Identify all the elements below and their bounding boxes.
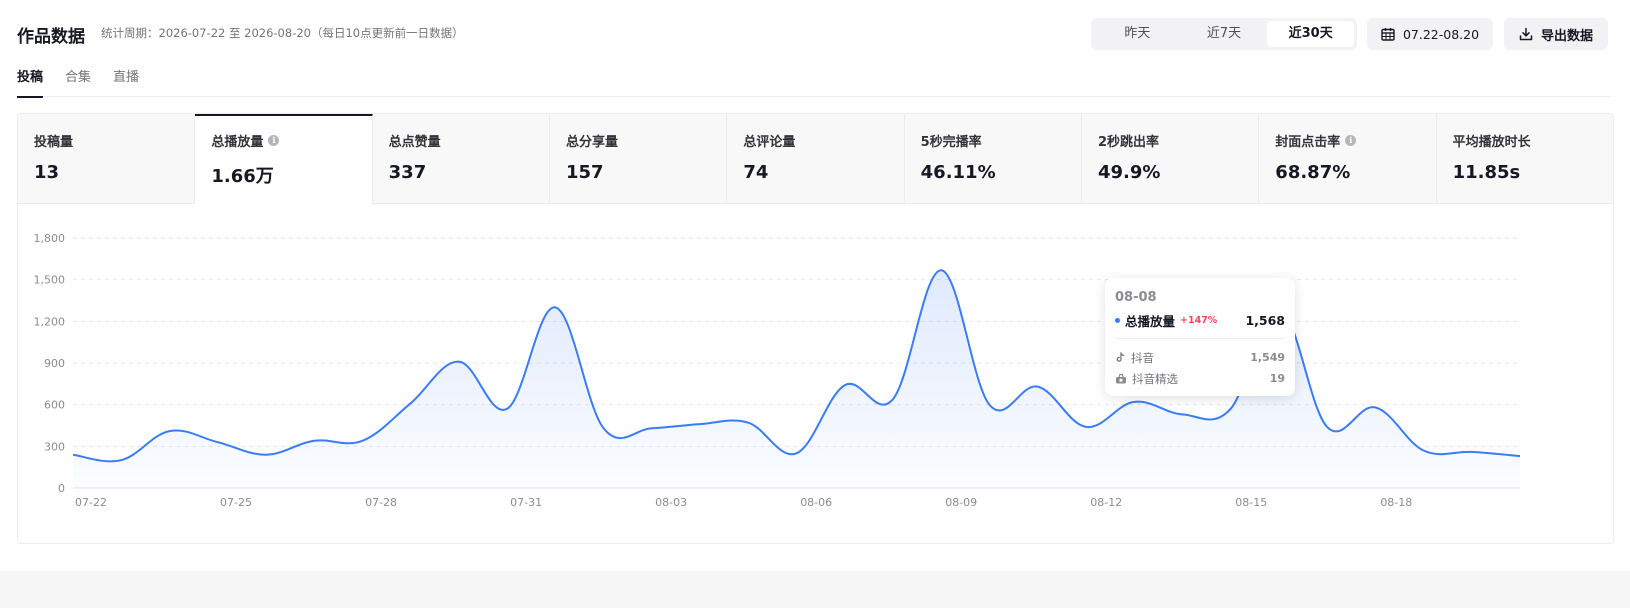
- tab-submissions[interactable]: 投稿: [17, 66, 44, 98]
- y-tick-label: 900: [44, 357, 65, 370]
- metric-card-cover-ctr[interactable]: 封面点击率 i 68.87%: [1259, 114, 1437, 203]
- douyin-featured-icon: [1116, 373, 1126, 384]
- metric-value: 74: [743, 162, 769, 183]
- date-range-label: 07.22-08.20: [1402, 26, 1480, 42]
- date-picker-button[interactable]: 07.22-08.20: [1367, 18, 1493, 50]
- y-tick-label: 0: [58, 482, 65, 495]
- breakdown-label: 抖音精选: [1132, 371, 1178, 386]
- metric-card-submissions[interactable]: 投稿量 13: [18, 114, 196, 203]
- metric-card-2s-bounce[interactable]: 2秒跳出率 49.9%: [1082, 114, 1260, 203]
- metric-label: 总评论量: [743, 135, 796, 150]
- content-tabs: 投稿 合集 直播: [17, 66, 1610, 98]
- x-tick-label: 08-15: [1235, 496, 1267, 509]
- breakdown-value: 19: [1269, 372, 1285, 385]
- metric-label: 总点赞量: [388, 135, 441, 150]
- metric-label: 2秒跳出率: [1097, 135, 1160, 150]
- info-icon[interactable]: i: [268, 135, 280, 146]
- y-tick-label: 300: [44, 440, 65, 453]
- x-tick-label: 07-22: [75, 496, 107, 509]
- stat-period: 统计周期：2026-07-22 至 2026-08-20（每日10点更新前一日数…: [101, 26, 464, 40]
- tab-live[interactable]: 直播: [113, 66, 139, 97]
- metric-label: 总分享量: [565, 135, 618, 150]
- metric-label: 封面点击率: [1275, 135, 1341, 150]
- page-title: 作品数据: [17, 27, 85, 47]
- metric-label: 总播放量: [211, 135, 264, 150]
- metric-card-total-likes[interactable]: 总点赞量 337: [373, 114, 550, 203]
- x-tick-label: 08-06: [800, 496, 832, 509]
- douyin-icon: [1116, 352, 1125, 362]
- metric-value: 13: [34, 162, 60, 183]
- metric-cards: 投稿量 13 总播放量 i 1.66万 总点赞量 337 总分享量 157 总评论…: [18, 114, 1613, 205]
- series-dot: [1115, 317, 1120, 323]
- export-label: 导出数据: [1540, 28, 1593, 44]
- x-tick-label: 08-03: [655, 496, 687, 509]
- page-header: 作品数据 统计周期：2026-07-22 至 2026-08-20（每日10点更…: [17, 18, 1610, 52]
- x-tick-label: 08-09: [945, 496, 977, 509]
- y-tick-label: 1,500: [34, 274, 66, 287]
- range-30days-button[interactable]: 近30天: [1267, 21, 1355, 47]
- tooltip-value: 1,568: [1245, 312, 1285, 328]
- tooltip-breakdown-row: 抖音精选 19: [1115, 368, 1285, 389]
- metric-label: 5秒完播率: [920, 135, 982, 150]
- data-panel: 投稿量 13 总播放量 i 1.66万 总点赞量 337 总分享量 157 总评论…: [17, 113, 1614, 544]
- x-tick-label: 08-12: [1090, 496, 1122, 509]
- info-icon[interactable]: i: [1345, 135, 1357, 146]
- tooltip-change: +147%: [1180, 314, 1218, 326]
- range-7days-button[interactable]: 近7天: [1181, 21, 1268, 47]
- metric-card-total-plays[interactable]: 总播放量 i 1.66万: [195, 114, 373, 205]
- plays-chart[interactable]: 0 300 600 900 1,200 1,500 1,800 07-22 07-25 07-28…: [18, 204, 1614, 544]
- x-tick-label: 07-25: [220, 496, 252, 509]
- metric-card-total-comments[interactable]: 总评论量 74: [727, 114, 905, 203]
- metric-value: 46.11%: [920, 162, 996, 183]
- tooltip-breakdown-row: 抖音 1,549: [1115, 347, 1285, 368]
- x-tick-label: 07-31: [510, 496, 542, 509]
- metric-card-5s-completion[interactable]: 5秒完播率 46.11%: [905, 114, 1082, 203]
- export-data-button[interactable]: 导出数据: [1504, 18, 1608, 50]
- chart-tooltip: 08-08 总播放量 +147% 1,568 抖音 1,549 抖音精选 19: [1105, 278, 1295, 396]
- range-yesterday-button[interactable]: 昨天: [1094, 21, 1181, 47]
- metric-card-total-shares[interactable]: 总分享量 157: [550, 114, 728, 203]
- metric-value: 49.9%: [1097, 162, 1161, 183]
- calendar-icon: [1381, 28, 1395, 41]
- metric-value: 11.85s: [1452, 162, 1521, 183]
- y-tick-label: 600: [44, 399, 65, 412]
- tab-collections[interactable]: 合集: [65, 66, 91, 97]
- metric-label: 投稿量: [34, 135, 74, 150]
- series-area: [73, 270, 1520, 488]
- chart-area: 0 300 600 900 1,200 1,500 1,800 07-22 07-25 07-28…: [18, 204, 1614, 544]
- y-tick-label: 1,200: [34, 315, 66, 328]
- tooltip-series-name: 总播放量: [1125, 313, 1176, 329]
- breakdown-value: 1,549: [1250, 351, 1285, 364]
- tooltip-main-row: 总播放量 +147% 1,568: [1115, 311, 1285, 329]
- page-footer-strip: [0, 571, 1630, 608]
- x-tick-label: 07-28: [365, 496, 397, 509]
- metric-card-avg-duration[interactable]: 平均播放时长 11.85s: [1437, 114, 1613, 203]
- metric-value: 68.87%: [1275, 162, 1351, 183]
- y-tick-label: 1,800: [34, 232, 66, 245]
- tooltip-date: 08-08: [1115, 290, 1157, 305]
- metric-value: 337: [388, 162, 427, 183]
- breakdown-label: 抖音: [1131, 350, 1154, 365]
- range-selector: 昨天 近7天 近30天: [1091, 18, 1357, 50]
- metric-value: 157: [565, 162, 604, 183]
- metric-label: 平均播放时长: [1452, 135, 1531, 150]
- x-tick-label: 08-18: [1380, 496, 1412, 509]
- metric-value: 1.66万: [211, 166, 274, 187]
- download-icon: [1519, 27, 1533, 41]
- tooltip-divider: [1115, 338, 1285, 339]
